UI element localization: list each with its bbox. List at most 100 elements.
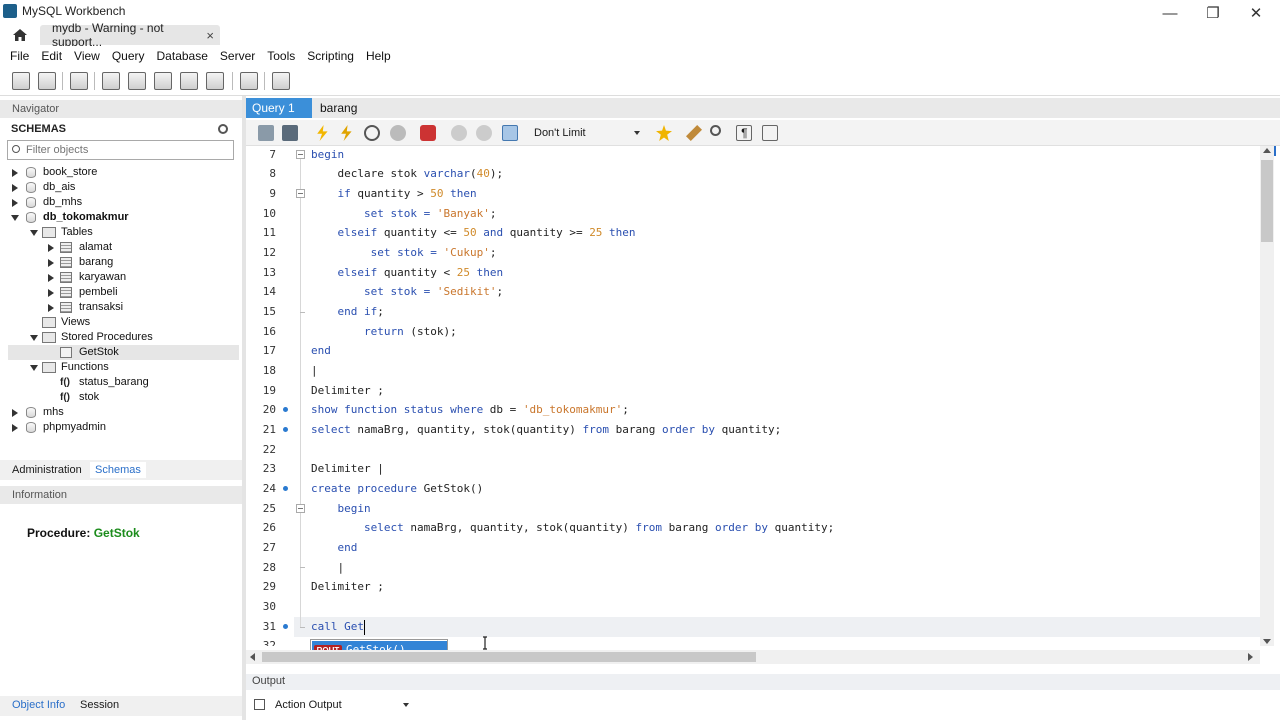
expand-arrow-icon[interactable] [12, 184, 18, 192]
wrap-lines-icon[interactable] [760, 123, 780, 143]
expand-arrow-icon[interactable] [12, 409, 18, 417]
expand-arrow-icon[interactable] [48, 244, 54, 252]
expand-arrow-icon[interactable] [48, 274, 54, 282]
open-file-icon[interactable] [256, 123, 276, 143]
function-status-barang[interactable]: f() status_barang [0, 375, 242, 390]
fold-toggle-icon[interactable] [296, 189, 305, 198]
expand-arrow-icon[interactable] [48, 289, 54, 297]
close-window-button[interactable]: ✕ [1236, 2, 1276, 24]
table-alamat[interactable]: alamat [0, 240, 242, 255]
table-karyawan[interactable]: karyawan [0, 270, 242, 285]
schema-phpmyadmin[interactable]: phpmyadmin [0, 420, 242, 435]
expand-arrow-icon[interactable] [12, 424, 18, 432]
tab-administration[interactable]: Administration [7, 462, 87, 478]
new-sql-tab-icon[interactable] [10, 70, 32, 92]
menu-help[interactable]: Help [360, 49, 397, 63]
procedures-folder-icon [42, 332, 56, 343]
collapse-arrow-icon[interactable] [30, 230, 38, 236]
function-stok[interactable]: f() stok [0, 390, 242, 405]
output-type-select[interactable]: Action Output [250, 696, 410, 714]
schema-mhs[interactable]: mhs [0, 405, 242, 420]
vertical-scroll-thumb[interactable] [1261, 160, 1273, 242]
schema-db-tokomakmur[interactable]: db_tokomakmur [0, 210, 242, 225]
stored-procedures-folder[interactable]: Stored Procedures [0, 330, 242, 345]
bookmark-icon[interactable] [654, 123, 674, 143]
beautify-icon[interactable] [684, 123, 704, 143]
invisible-chars-icon[interactable]: ¶ [734, 123, 754, 143]
collapse-arrow-icon[interactable] [11, 215, 19, 221]
execute-icon[interactable] [312, 123, 332, 143]
procedure-icon [60, 347, 72, 358]
stop-icon[interactable] [388, 123, 408, 143]
scroll-down-icon[interactable] [1263, 639, 1271, 644]
save-icon[interactable] [280, 123, 300, 143]
maximize-button[interactable]: ❐ [1193, 2, 1233, 24]
menu-database[interactable]: Database [151, 49, 214, 63]
filter-objects-field[interactable] [7, 140, 234, 160]
horizontal-scroll-thumb[interactable] [262, 652, 756, 662]
fold-toggle-icon[interactable] [296, 150, 305, 159]
inspector-icon[interactable] [68, 70, 90, 92]
tables-folder[interactable]: Tables [0, 225, 242, 240]
create-procedure-icon[interactable] [178, 70, 200, 92]
menu-server[interactable]: Server [214, 49, 261, 63]
menu-scripting[interactable]: Scripting [301, 49, 360, 63]
tab-barang[interactable]: barang [320, 98, 357, 118]
views-folder[interactable]: Views [0, 315, 242, 330]
create-view-icon[interactable] [152, 70, 174, 92]
schema-book-store[interactable]: book_store [0, 165, 242, 180]
schema-label: db_tokomakmur [43, 211, 129, 223]
home-icon[interactable] [8, 24, 32, 46]
menu-edit[interactable]: Edit [35, 49, 68, 63]
commit-icon[interactable] [449, 123, 469, 143]
menu-tools[interactable]: Tools [261, 49, 301, 63]
table-pembeli[interactable]: pembeli [0, 285, 242, 300]
find-icon[interactable] [708, 123, 728, 143]
fold-toggle-icon[interactable] [296, 504, 305, 513]
scroll-right-icon[interactable] [1248, 653, 1253, 661]
table-transaksi[interactable]: transaksi [0, 300, 242, 315]
schema-db-mhs[interactable]: db_mhs [0, 195, 242, 210]
procedure-getstok[interactable]: GetStok [8, 345, 239, 360]
refresh-schemas-icon[interactable] [218, 124, 228, 134]
reconnect-icon[interactable] [270, 70, 292, 92]
expand-arrow-icon[interactable] [12, 199, 18, 207]
tab-schemas[interactable]: Schemas [90, 462, 146, 478]
schema-db-ais[interactable]: db_ais [0, 180, 242, 195]
create-schema-icon[interactable] [100, 70, 122, 92]
expand-arrow-icon[interactable] [12, 169, 18, 177]
limit-rows-select[interactable]: Don't Limit [530, 125, 642, 141]
tab-session[interactable]: Session [80, 698, 119, 712]
connection-tab[interactable]: mydb - Warning - not support... × [40, 21, 220, 49]
functions-folder[interactable]: Functions [0, 360, 242, 375]
rollback-icon[interactable] [474, 123, 494, 143]
copy-icon[interactable] [254, 699, 265, 710]
function-label: status_barang [79, 376, 149, 388]
menu-view[interactable]: View [68, 49, 106, 63]
autocommit-icon[interactable] [500, 123, 520, 143]
scroll-up-icon[interactable] [1263, 148, 1271, 153]
menu-query[interactable]: Query [106, 49, 151, 63]
menu-file[interactable]: File [4, 49, 35, 63]
close-tab-icon[interactable]: × [206, 28, 214, 43]
scroll-left-icon[interactable] [250, 653, 255, 661]
execute-current-icon[interactable] [336, 123, 356, 143]
line-number: 16 [262, 325, 276, 338]
table-barang[interactable]: barang [0, 255, 242, 270]
tab-query-1[interactable]: Query 1 [246, 98, 312, 118]
minimize-button[interactable]: — [1150, 2, 1190, 24]
search-table-data-icon[interactable] [238, 70, 260, 92]
create-table-icon[interactable] [126, 70, 148, 92]
tab-object-info[interactable]: Object Info [12, 698, 65, 712]
open-sql-script-icon[interactable] [36, 70, 58, 92]
collapse-arrow-icon[interactable] [30, 365, 38, 371]
filter-objects-input[interactable] [26, 143, 226, 157]
explain-icon[interactable] [362, 123, 382, 143]
code-line-8: declare stok varchar(40); [311, 167, 504, 180]
create-function-icon[interactable] [204, 70, 226, 92]
expand-arrow-icon[interactable] [48, 259, 54, 267]
expand-arrow-icon[interactable] [48, 304, 54, 312]
toggle-error-icon[interactable] [418, 123, 438, 143]
collapse-arrow-icon[interactable] [30, 335, 38, 341]
database-icon [26, 212, 36, 223]
